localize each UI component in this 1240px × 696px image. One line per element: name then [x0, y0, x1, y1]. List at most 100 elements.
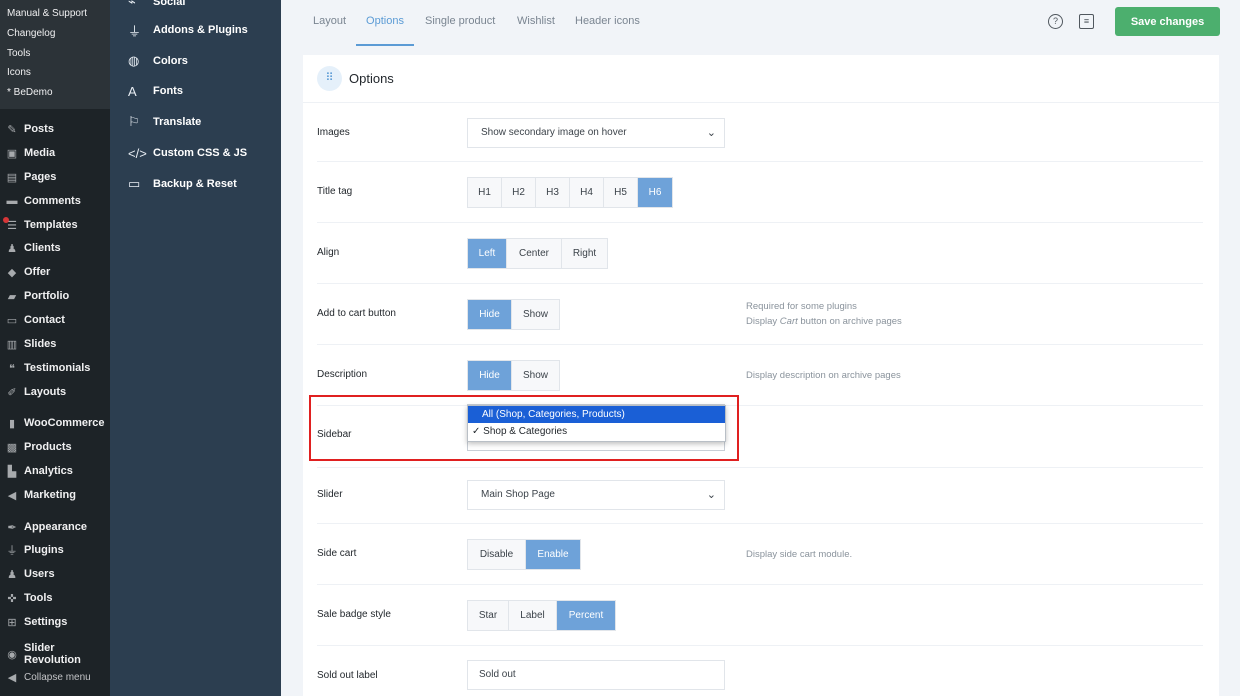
sale-badge-percent[interactable]: Percent	[557, 601, 615, 630]
menu-analytics[interactable]: ▙ Analytics	[0, 460, 110, 482]
menu-marketing[interactable]: ◀ Marketing	[0, 484, 110, 506]
palette-icon: ◍	[128, 53, 140, 68]
divider	[317, 645, 1203, 646]
notes-icon[interactable]: ≡	[1079, 14, 1094, 29]
menu-offer[interactable]: ◆ Offer	[0, 261, 110, 283]
submenu-item-manual[interactable]: Manual & Support	[0, 4, 110, 24]
menu-testimonials[interactable]: ❝ Testimonials	[0, 357, 110, 379]
divider	[317, 344, 1203, 345]
menu-posts[interactable]: ✎ Posts	[0, 118, 110, 140]
save-changes-button[interactable]: Save changes	[1115, 7, 1220, 36]
menu-slider-revolution[interactable]: ◉ Slider Revolution	[0, 642, 110, 666]
menu-appearance[interactable]: ✒ Appearance	[0, 516, 110, 538]
side-cart-disable[interactable]: Disable	[468, 540, 526, 569]
tab-options[interactable]: Options	[356, 0, 414, 46]
description-help: Display description on archive pages	[746, 370, 901, 381]
menu-clients[interactable]: ♟ Clients	[0, 237, 110, 259]
title-tag-h5[interactable]: H5	[604, 178, 638, 207]
title-tag-h4[interactable]: H4	[570, 178, 604, 207]
sold-out-input[interactable]: Sold out	[467, 660, 725, 690]
nav-colors[interactable]: ◍ Colors	[128, 51, 188, 71]
submenu-item-changelog[interactable]: Changelog	[0, 24, 110, 44]
nav-addons-plugins[interactable]: ⏚ Addons & Plugins	[128, 20, 248, 40]
align-left[interactable]: Left	[468, 239, 507, 268]
description-show[interactable]: Show	[512, 361, 559, 390]
chevron-down-icon: ⌄	[706, 489, 716, 501]
menu-woocommerce[interactable]: ▮ WooCommerce	[0, 412, 110, 434]
add-to-cart-show[interactable]: Show	[512, 300, 559, 329]
images-label: Images	[317, 127, 350, 138]
align-right[interactable]: Right	[562, 239, 607, 268]
portfolio-icon: ▰	[7, 290, 17, 303]
wp-admin-sidebar: Manual & Support Changelog Tools Icons *…	[0, 0, 110, 696]
add-to-cart-segmented: Hide Show	[467, 299, 560, 330]
appearance-icon: ✒	[7, 521, 17, 534]
nav-social[interactable]: ⌁ Social	[128, 0, 185, 12]
submenu-item-icons[interactable]: Icons	[0, 63, 110, 83]
nav-translate[interactable]: ⚐ Translate	[128, 112, 201, 132]
offer-icon: ◆	[7, 266, 17, 279]
title-tag-h6[interactable]: H6	[638, 178, 672, 207]
tab-layout[interactable]: Layout	[313, 0, 346, 46]
sale-badge-label-option[interactable]: Label	[509, 601, 557, 630]
divider	[317, 161, 1203, 162]
quote-icon: ❝	[9, 362, 15, 375]
side-cart-label: Side cart	[317, 548, 357, 559]
submenu-item-bedemo[interactable]: * BeDemo	[0, 83, 110, 103]
font-icon: A	[128, 83, 137, 99]
menu-portfolio[interactable]: ▰ Portfolio	[0, 285, 110, 307]
menu-contact[interactable]: ▭ Contact	[0, 309, 110, 331]
title-tag-h3[interactable]: H3	[536, 178, 570, 207]
title-tag-segmented: H1 H2 H3 H4 H5 H6	[467, 177, 673, 208]
title-tag-h2[interactable]: H2	[502, 178, 536, 207]
panel-title: Options	[349, 71, 394, 86]
slider-label: Slider	[317, 489, 343, 500]
menu-layouts[interactable]: ✐ Layouts	[0, 381, 110, 403]
side-cart-enable[interactable]: Enable	[526, 540, 580, 569]
pin-icon: ✎	[7, 123, 17, 136]
clients-icon: ♟	[7, 242, 17, 255]
add-to-cart-hide[interactable]: Hide	[468, 300, 512, 329]
comment-icon: ▬	[6, 195, 18, 207]
title-tag-h1[interactable]: H1	[468, 178, 502, 207]
help-icon[interactable]: ?	[1048, 14, 1063, 29]
divider	[317, 584, 1203, 585]
marketing-icon: ◀	[7, 489, 17, 502]
menu-settings[interactable]: ⊞ Settings	[0, 611, 110, 633]
tab-header-icons[interactable]: Header icons	[575, 0, 640, 46]
menu-templates[interactable]: ☰ Templates	[0, 214, 110, 236]
sale-badge-star[interactable]: Star	[468, 601, 509, 630]
menu-comments[interactable]: ▬ Comments	[0, 190, 110, 212]
menu-products[interactable]: ▩ Products	[0, 436, 110, 458]
submenu-item-tools[interactable]: Tools	[0, 44, 110, 64]
menu-slides[interactable]: ▥ Slides	[0, 333, 110, 355]
tools-icon: ✜	[7, 592, 17, 605]
tab-single-product[interactable]: Single product	[425, 0, 495, 46]
nav-backup-reset[interactable]: ▭ Backup & Reset	[128, 174, 237, 194]
menu-plugins[interactable]: ⏚ Plugins	[0, 539, 110, 561]
flag-icon: ⚐	[128, 114, 140, 129]
menu-tools[interactable]: ✜ Tools	[0, 587, 110, 609]
description-label: Description	[317, 369, 368, 380]
notification-dot	[3, 217, 9, 223]
menu-users[interactable]: ♟ Users	[0, 563, 110, 585]
tab-wishlist[interactable]: Wishlist	[517, 0, 555, 46]
slider-select[interactable]: Main Shop Page ⌄	[467, 480, 725, 510]
nav-fonts[interactable]: A Fonts	[128, 81, 183, 101]
align-label: Align	[317, 247, 340, 258]
nav-custom-css-js[interactable]: </> Custom CSS & JS	[128, 143, 247, 163]
divider	[317, 523, 1203, 524]
description-hide[interactable]: Hide	[468, 361, 512, 390]
woo-icon: ▮	[8, 417, 16, 430]
plug-icon: ⏚	[128, 23, 142, 39]
align-center[interactable]: Center	[507, 239, 562, 268]
slider-icon: ◉	[7, 648, 17, 661]
settings-icon: ⊞	[7, 616, 17, 629]
menu-collapse[interactable]: ◀ Collapse menu	[0, 666, 110, 688]
divider	[317, 467, 1203, 468]
add-to-cart-help: Required for some plugins Display Cart b…	[746, 301, 902, 327]
grid-icon: ⠿	[317, 66, 342, 91]
menu-pages[interactable]: ▤ Pages	[0, 166, 110, 188]
images-select[interactable]: Show secondary image on hover ⌄	[467, 118, 725, 148]
menu-media[interactable]: ▣ Media	[0, 142, 110, 164]
